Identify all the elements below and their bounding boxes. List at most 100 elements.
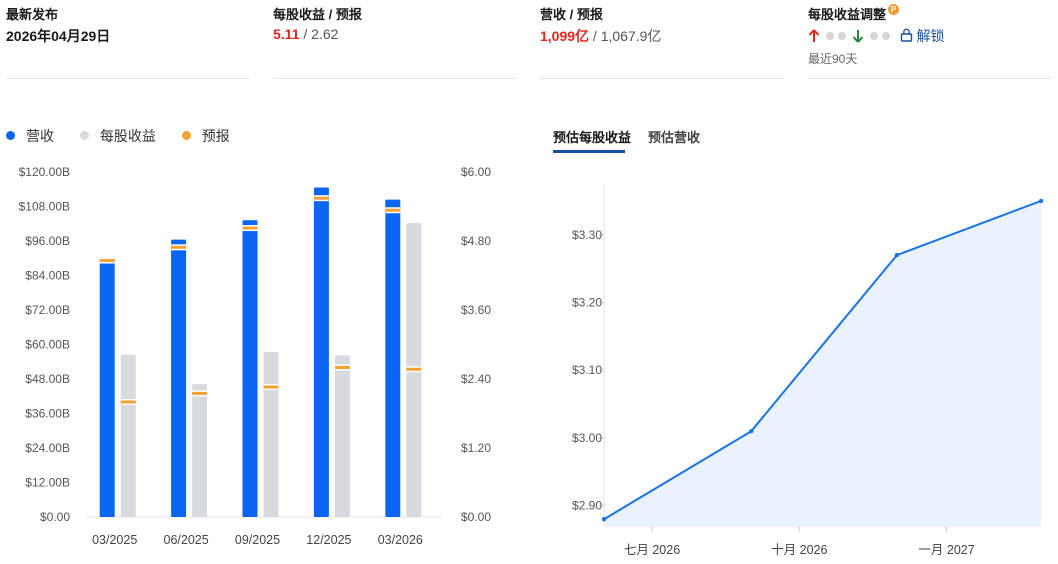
y-tick-label: $3.00 [572,431,602,445]
eps-bar [120,354,136,517]
divider [273,78,517,79]
y-tick-label: $3.10 [572,363,602,377]
eps-forecast-marker [406,367,422,371]
blurred-value [869,32,878,40]
legend-item-forecast[interactable]: 预报 [181,126,230,146]
eps-estimate-point [749,428,754,434]
legend-dot [79,131,89,140]
blurred-value [881,32,890,40]
eps-estimate-point [894,252,900,258]
eps-forecast-marker [120,400,136,404]
y-left-tick-label: $120.00B [19,165,70,179]
y-right-tick-label: $0.00 [461,510,491,524]
tab-estimated-eps[interactable]: 预估每股收益 [553,127,631,146]
latest-release-date: 2026年04月29日 [6,28,111,44]
eps-revision-label: 每股收益调整 P [808,4,900,23]
x-tick-label: 七月 2026 [624,543,680,557]
eps-bar [263,351,279,517]
eps-revision-values: 解锁 [808,26,944,46]
legend-item-eps[interactable]: 每股收益 [79,126,156,146]
revenue-forecast-marker [385,208,401,212]
x-tick-label: 03/2025 [92,533,137,547]
revenue-bar [385,199,401,517]
eps-bar [334,355,350,517]
x-tick-label: 03/2026 [378,533,423,547]
eps-forecast-marker [263,385,279,389]
eps-values: 5.11 / 2.62 [273,26,338,42]
eps-revision-label-text: 每股收益调整 [808,7,887,22]
y-right-tick-label: $6.00 [461,165,491,179]
revenue-bar [99,257,115,517]
legend-label: 预报 [201,128,230,144]
legend-dot [6,131,15,140]
lock-icon [900,28,912,42]
y-left-tick-label: $60.00B [25,338,70,352]
arrow-down-icon [852,30,864,43]
chart-legend: 营收 每股收益 预报 [6,126,252,146]
revenue-values: 1,099亿 / 1,067.9亿 [540,26,661,46]
y-right-tick-label: $1.20 [461,441,491,455]
stat-eps: 每股收益 / 预报 5.11 / 2.62 [273,0,517,80]
revenue-bar [242,220,258,518]
earnings-bar-chart: $0.00 $12.00B $24.00B $36.00B $48.00B $60.00B… [19,165,492,547]
divider [808,78,1051,79]
x-tick-label: 09/2025 [235,533,280,547]
y-left-tick-label: $96.00B [25,234,70,248]
eps-bar [192,384,208,517]
eps-forecast-marker [334,366,350,369]
arrow-up-icon [808,29,820,42]
x-tick-label: 十月 2026 [771,543,827,557]
divider [540,78,784,79]
unlock-button[interactable]: 解锁 [900,28,945,44]
blurred-value [837,32,846,40]
unlock-label: 解锁 [916,28,945,44]
x-tick-label: 一月 2027 [918,543,974,557]
tab-estimated-revenue[interactable]: 预估营收 [648,127,700,146]
y-tick-label: $2.90 [572,499,602,513]
y-right-tick-label: $3.60 [461,303,491,317]
revenue-forecast-marker [313,196,329,200]
revenue-forecast-marker [171,245,187,249]
legend-item-revenue[interactable]: 营收 [6,126,54,146]
eps-forecast-marker [192,391,208,395]
legend-label: 营收 [26,128,54,144]
stat-latest-release: 最新发布 2026年04月29日 [6,0,250,80]
revenue-actual: 1,099亿 [540,28,590,44]
y-tick-label: $3.20 [572,296,602,310]
revenue-forecast-marker [242,226,258,230]
y-left-tick-label: $108.00B [19,200,70,214]
eps-estimate-point [601,517,607,522]
eps-estimate-area [604,200,1041,526]
y-tick-label: $3.30 [572,228,602,242]
revision-period: 最近90天 [808,52,858,66]
latest-release-label: 最新发布 [6,7,59,22]
pro-badge-icon: P [888,4,900,15]
estimated-eps-line-chart: $2.90 $3.00 $3.10 $3.20 $3.30 七月 2026 十月 2026 一… [572,184,1044,557]
stat-eps-revision: 每股收益调整 P 解锁 最近90天 [808,0,1051,80]
revenue-separator: / [589,28,601,44]
x-tick-label: 12/2025 [306,533,351,547]
y-left-tick-label: $24.00B [25,441,70,455]
revenue-forecast-marker [99,259,115,263]
y-left-tick-label: $0.00 [40,510,70,524]
x-tick-label: 06/2025 [164,533,209,547]
eps-estimate-point [1038,198,1044,204]
revenue-bar [171,239,187,517]
revenue-bar [313,187,329,517]
eps-separator: / [299,26,312,42]
y-left-tick-label: $72.00B [25,303,70,317]
y-left-tick-label: $36.00B [25,407,70,421]
revenue-label: 营收 / 预报 [540,7,603,22]
eps-label: 每股收益 / 预报 [273,7,362,22]
legend-dot [181,131,191,140]
y-left-tick-label: $12.00B [25,476,70,490]
y-left-tick-label: $84.00B [25,269,70,283]
eps-forecast: 2.62 [311,26,339,42]
blurred-value [825,32,834,40]
y-right-tick-label: $2.40 [461,372,491,386]
y-right-tick-label: $4.80 [461,234,491,248]
eps-actual: 5.11 [273,26,300,42]
active-tab-indicator [553,150,625,153]
y-left-tick-label: $48.00B [25,372,70,386]
stat-revenue: 营收 / 预报 1,099亿 / 1,067.9亿 [540,0,784,80]
